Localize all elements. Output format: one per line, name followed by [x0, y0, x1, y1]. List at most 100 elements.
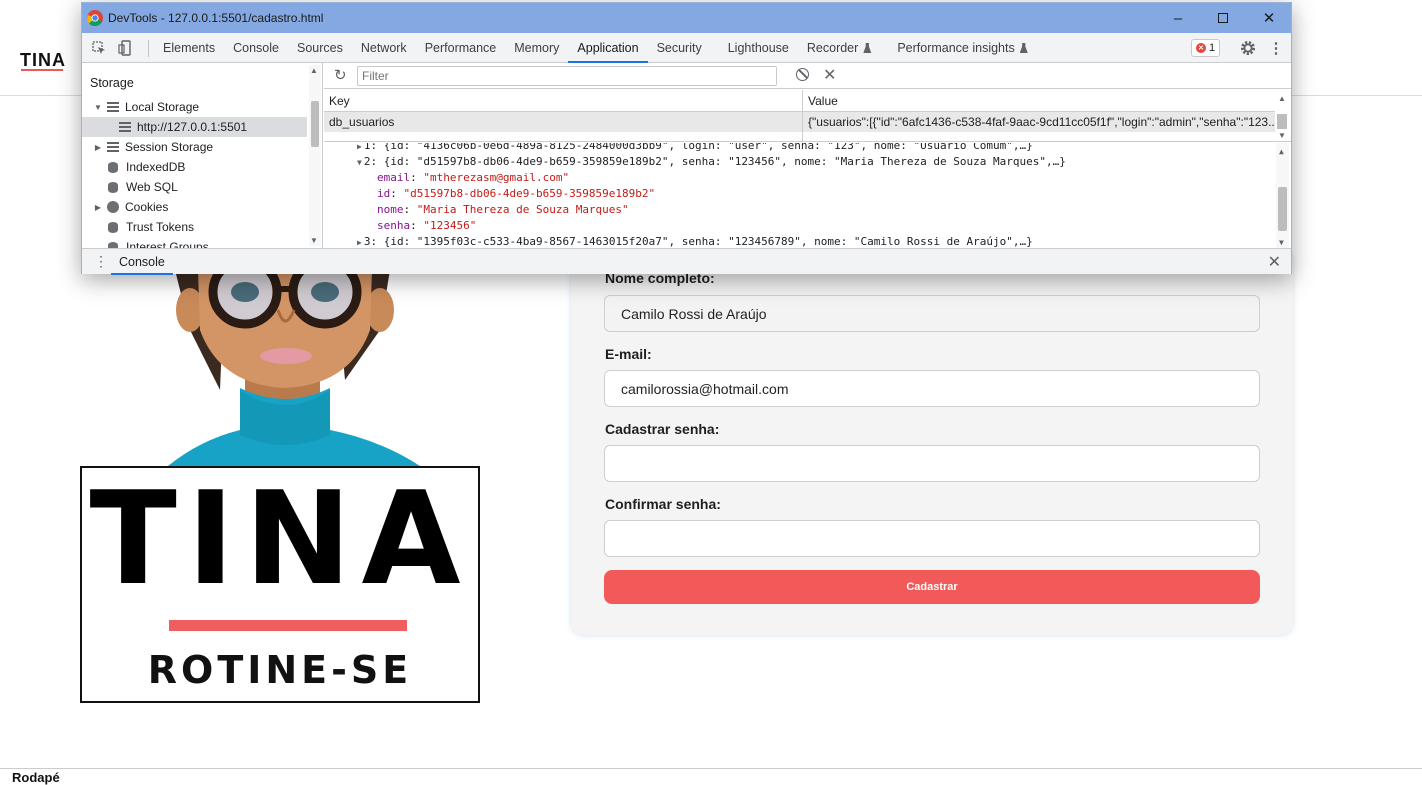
- value-preview: ▶ 1: {id: "4136c06b-0e6d-489a-8125-248400…: [324, 143, 1291, 248]
- expand-triangle-icon: ▼: [94, 102, 102, 112]
- scroll-up-icon[interactable]: ▲: [1278, 94, 1286, 103]
- email-input[interactable]: [604, 370, 1260, 407]
- confirm-password-input[interactable]: [604, 520, 1260, 557]
- key-column-header[interactable]: Key: [324, 90, 802, 112]
- experimental-flask-icon: [1019, 43, 1028, 53]
- column-divider[interactable]: [802, 90, 803, 141]
- footer-text: Rodapé: [12, 770, 60, 785]
- tree-prop-senha[interactable]: senha: "123456": [377, 218, 476, 234]
- prop-value: "mtherezasm@gmail.com": [423, 171, 570, 184]
- password-input[interactable]: [604, 445, 1260, 482]
- refresh-icon[interactable]: ↻: [334, 66, 347, 84]
- device-toolbar-icon[interactable]: [116, 39, 134, 57]
- table-scrollbar[interactable]: ▲ ▼: [1275, 94, 1289, 141]
- brand-underline: [169, 620, 407, 631]
- table-scroll-thumb[interactable]: [1277, 114, 1287, 129]
- submit-button[interactable]: Cadastrar: [604, 570, 1260, 604]
- prop-value: "Maria Thereza de Souza Marques": [416, 203, 629, 216]
- sidebar-item-label: Trust Tokens: [126, 220, 195, 234]
- tree-node-text: 1: {id: "4136c06b-0e6d-489a-8125-2484000…: [363, 143, 1033, 152]
- sidebar-item-session-storage[interactable]: ▶ Session Storage: [82, 137, 307, 157]
- sidebar-item-label: Interest Groups: [126, 240, 209, 248]
- cookie-icon: [107, 201, 119, 213]
- tab-lighthouse[interactable]: Lighthouse: [719, 33, 798, 63]
- devtools-window: DevTools - 127.0.0.1:5501/cadastro.html …: [81, 2, 1292, 275]
- tab-console[interactable]: Console: [224, 33, 288, 63]
- tab-performance[interactable]: Performance: [416, 33, 506, 63]
- settings-gear-icon[interactable]: [1239, 39, 1257, 57]
- prop-key: senha: [377, 219, 411, 232]
- clear-all-icon[interactable]: [796, 68, 809, 81]
- sidebar-item-indexeddb[interactable]: IndexedDB: [82, 157, 307, 177]
- sidebar-item-label: http://127.0.0.1:5501: [137, 120, 248, 134]
- tab-elements[interactable]: Elements: [154, 33, 224, 63]
- tab-recorder[interactable]: Recorder: [798, 33, 880, 63]
- preview-scroll-thumb[interactable]: [1278, 187, 1287, 231]
- collapse-triangle-icon: ▶: [94, 202, 102, 212]
- drawer-close-icon[interactable]: ✕: [1268, 252, 1281, 272]
- scroll-down-icon[interactable]: ▼: [1278, 131, 1286, 140]
- local-storage-panel: ↻ ✕ Key Value db_usuarios {"usuarios":[{…: [324, 63, 1291, 248]
- database-icon: [108, 221, 118, 233]
- window-close-icon[interactable]: ✕: [1254, 7, 1284, 29]
- sidebar-item-cookies[interactable]: ▶ Cookies: [82, 197, 307, 217]
- tab-security[interactable]: Security: [648, 33, 711, 63]
- sidebar-scrollbar[interactable]: ▲ ▼: [309, 65, 321, 246]
- prop-key: id: [377, 187, 391, 200]
- sidebar-item-websql[interactable]: Web SQL: [82, 177, 307, 197]
- scroll-down-icon[interactable]: ▼: [310, 236, 318, 245]
- tab-network[interactable]: Network: [352, 33, 416, 63]
- site-logo[interactable]: TINA: [20, 50, 66, 71]
- scroll-down-icon[interactable]: ▼: [1279, 235, 1284, 248]
- more-options-kebab-icon[interactable]: ⋮: [1267, 39, 1285, 57]
- tab-memory[interactable]: Memory: [505, 33, 568, 63]
- sidebar-item-local-storage[interactable]: ▼ Local Storage: [82, 97, 307, 117]
- devtools-titlebar[interactable]: DevTools - 127.0.0.1:5501/cadastro.html …: [82, 3, 1291, 33]
- tree-node-text: 3: {id: "1395f03c-c533-4ba9-8567-1463015…: [363, 235, 1033, 248]
- error-icon: ✕: [1196, 43, 1206, 53]
- delete-selected-icon[interactable]: ✕: [823, 65, 836, 85]
- storage-table: Key Value db_usuarios {"usuarios":[{"id"…: [324, 90, 1291, 142]
- filter-input[interactable]: [357, 66, 777, 86]
- preview-scrollbar[interactable]: ▲ ▼: [1276, 143, 1289, 248]
- value-column-header[interactable]: Value: [803, 90, 1275, 112]
- storage-heading: Storage: [90, 76, 134, 90]
- toolbar-separator: [148, 40, 149, 57]
- tab-performance-insights[interactable]: Performance insights: [888, 33, 1036, 63]
- tree-prop-nome[interactable]: nome: "Maria Thereza de Souza Marques": [377, 202, 629, 218]
- sidebar-item-origin[interactable]: http://127.0.0.1:5501: [82, 117, 307, 137]
- table-row-value[interactable]: {"usuarios":[{"id":"6afc1436-c538-4faf-9…: [803, 112, 1275, 132]
- scroll-up-icon[interactable]: ▲: [1279, 144, 1284, 160]
- prop-key: email: [377, 171, 411, 184]
- application-sidebar: Storage ▼ Local Storage http://127.0.0.1…: [82, 63, 323, 248]
- minimize-icon[interactable]: –: [1163, 7, 1193, 29]
- console-drawer: ⋮ Console ✕: [82, 248, 1291, 275]
- table-row-key[interactable]: db_usuarios: [324, 112, 802, 132]
- prop-value: "d51597b8-db06-4de9-b659-359859e189b2": [403, 187, 656, 200]
- tree-node-3[interactable]: ▶ 3: {id: "1395f03c-c533-4ba9-8567-146301…: [357, 234, 1033, 248]
- tree-node-2[interactable]: ▼ 2: {id: "d51597b8-db06-4de9-b659-359859…: [357, 154, 1066, 171]
- error-count: 1: [1209, 42, 1216, 54]
- sidebar-item-trust-tokens[interactable]: Trust Tokens: [82, 217, 307, 237]
- drawer-tab-console[interactable]: Console: [111, 249, 173, 275]
- inspect-element-icon[interactable]: [90, 39, 108, 57]
- brand-logo-box: TINA ROTINE-SE: [80, 466, 480, 703]
- tree-prop-email[interactable]: email: "mtherezasm@gmail.com": [377, 170, 569, 186]
- drawer-menu-kebab-icon[interactable]: ⋮: [94, 253, 108, 270]
- brand-tagline: ROTINE-SE: [147, 648, 413, 692]
- tree-prop-id[interactable]: id: "d51597b8-db06-4de9-b659-359859e189b…: [377, 186, 655, 202]
- tab-sources[interactable]: Sources: [288, 33, 352, 63]
- password-label: Cadastrar senha:: [605, 421, 720, 437]
- devtools-toolbar: Elements Console Sources Network Perform…: [82, 33, 1291, 63]
- tab-application[interactable]: Application: [568, 33, 648, 63]
- maximize-icon[interactable]: [1208, 7, 1238, 29]
- scroll-up-icon[interactable]: ▲: [310, 66, 318, 75]
- database-icon: [108, 161, 118, 173]
- tab-performance-insights-label: Performance insights: [897, 41, 1015, 55]
- window-title: DevTools - 127.0.0.1:5501/cadastro.html: [108, 11, 324, 25]
- devtools-tabs: Elements Console Sources Network Perform…: [154, 33, 1037, 63]
- sidebar-item-interest-groups[interactable]: Interest Groups: [82, 237, 307, 248]
- full-name-input[interactable]: [604, 295, 1260, 332]
- error-count-badge[interactable]: ✕ 1: [1191, 39, 1221, 57]
- sidebar-scroll-thumb[interactable]: [311, 101, 319, 147]
